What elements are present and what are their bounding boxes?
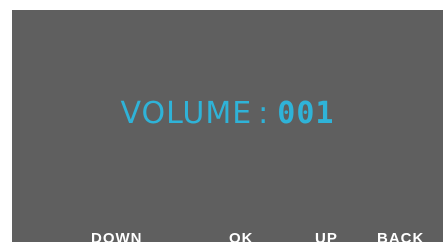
back-button[interactable]: BACK <box>377 231 424 246</box>
volume-separator: : <box>258 96 270 131</box>
ok-button[interactable]: OK <box>229 231 254 246</box>
down-button[interactable]: DOWN <box>91 231 143 246</box>
volume-value: 001 <box>277 96 335 131</box>
volume-label: VOLUME <box>120 96 253 131</box>
volume-readout: VOLUME:001 <box>12 96 443 131</box>
up-button[interactable]: UP <box>315 231 338 246</box>
device-frame: VOLUME:001 DOWN OK UP BACK <box>0 0 446 246</box>
lcd-screen: VOLUME:001 <box>12 10 443 242</box>
